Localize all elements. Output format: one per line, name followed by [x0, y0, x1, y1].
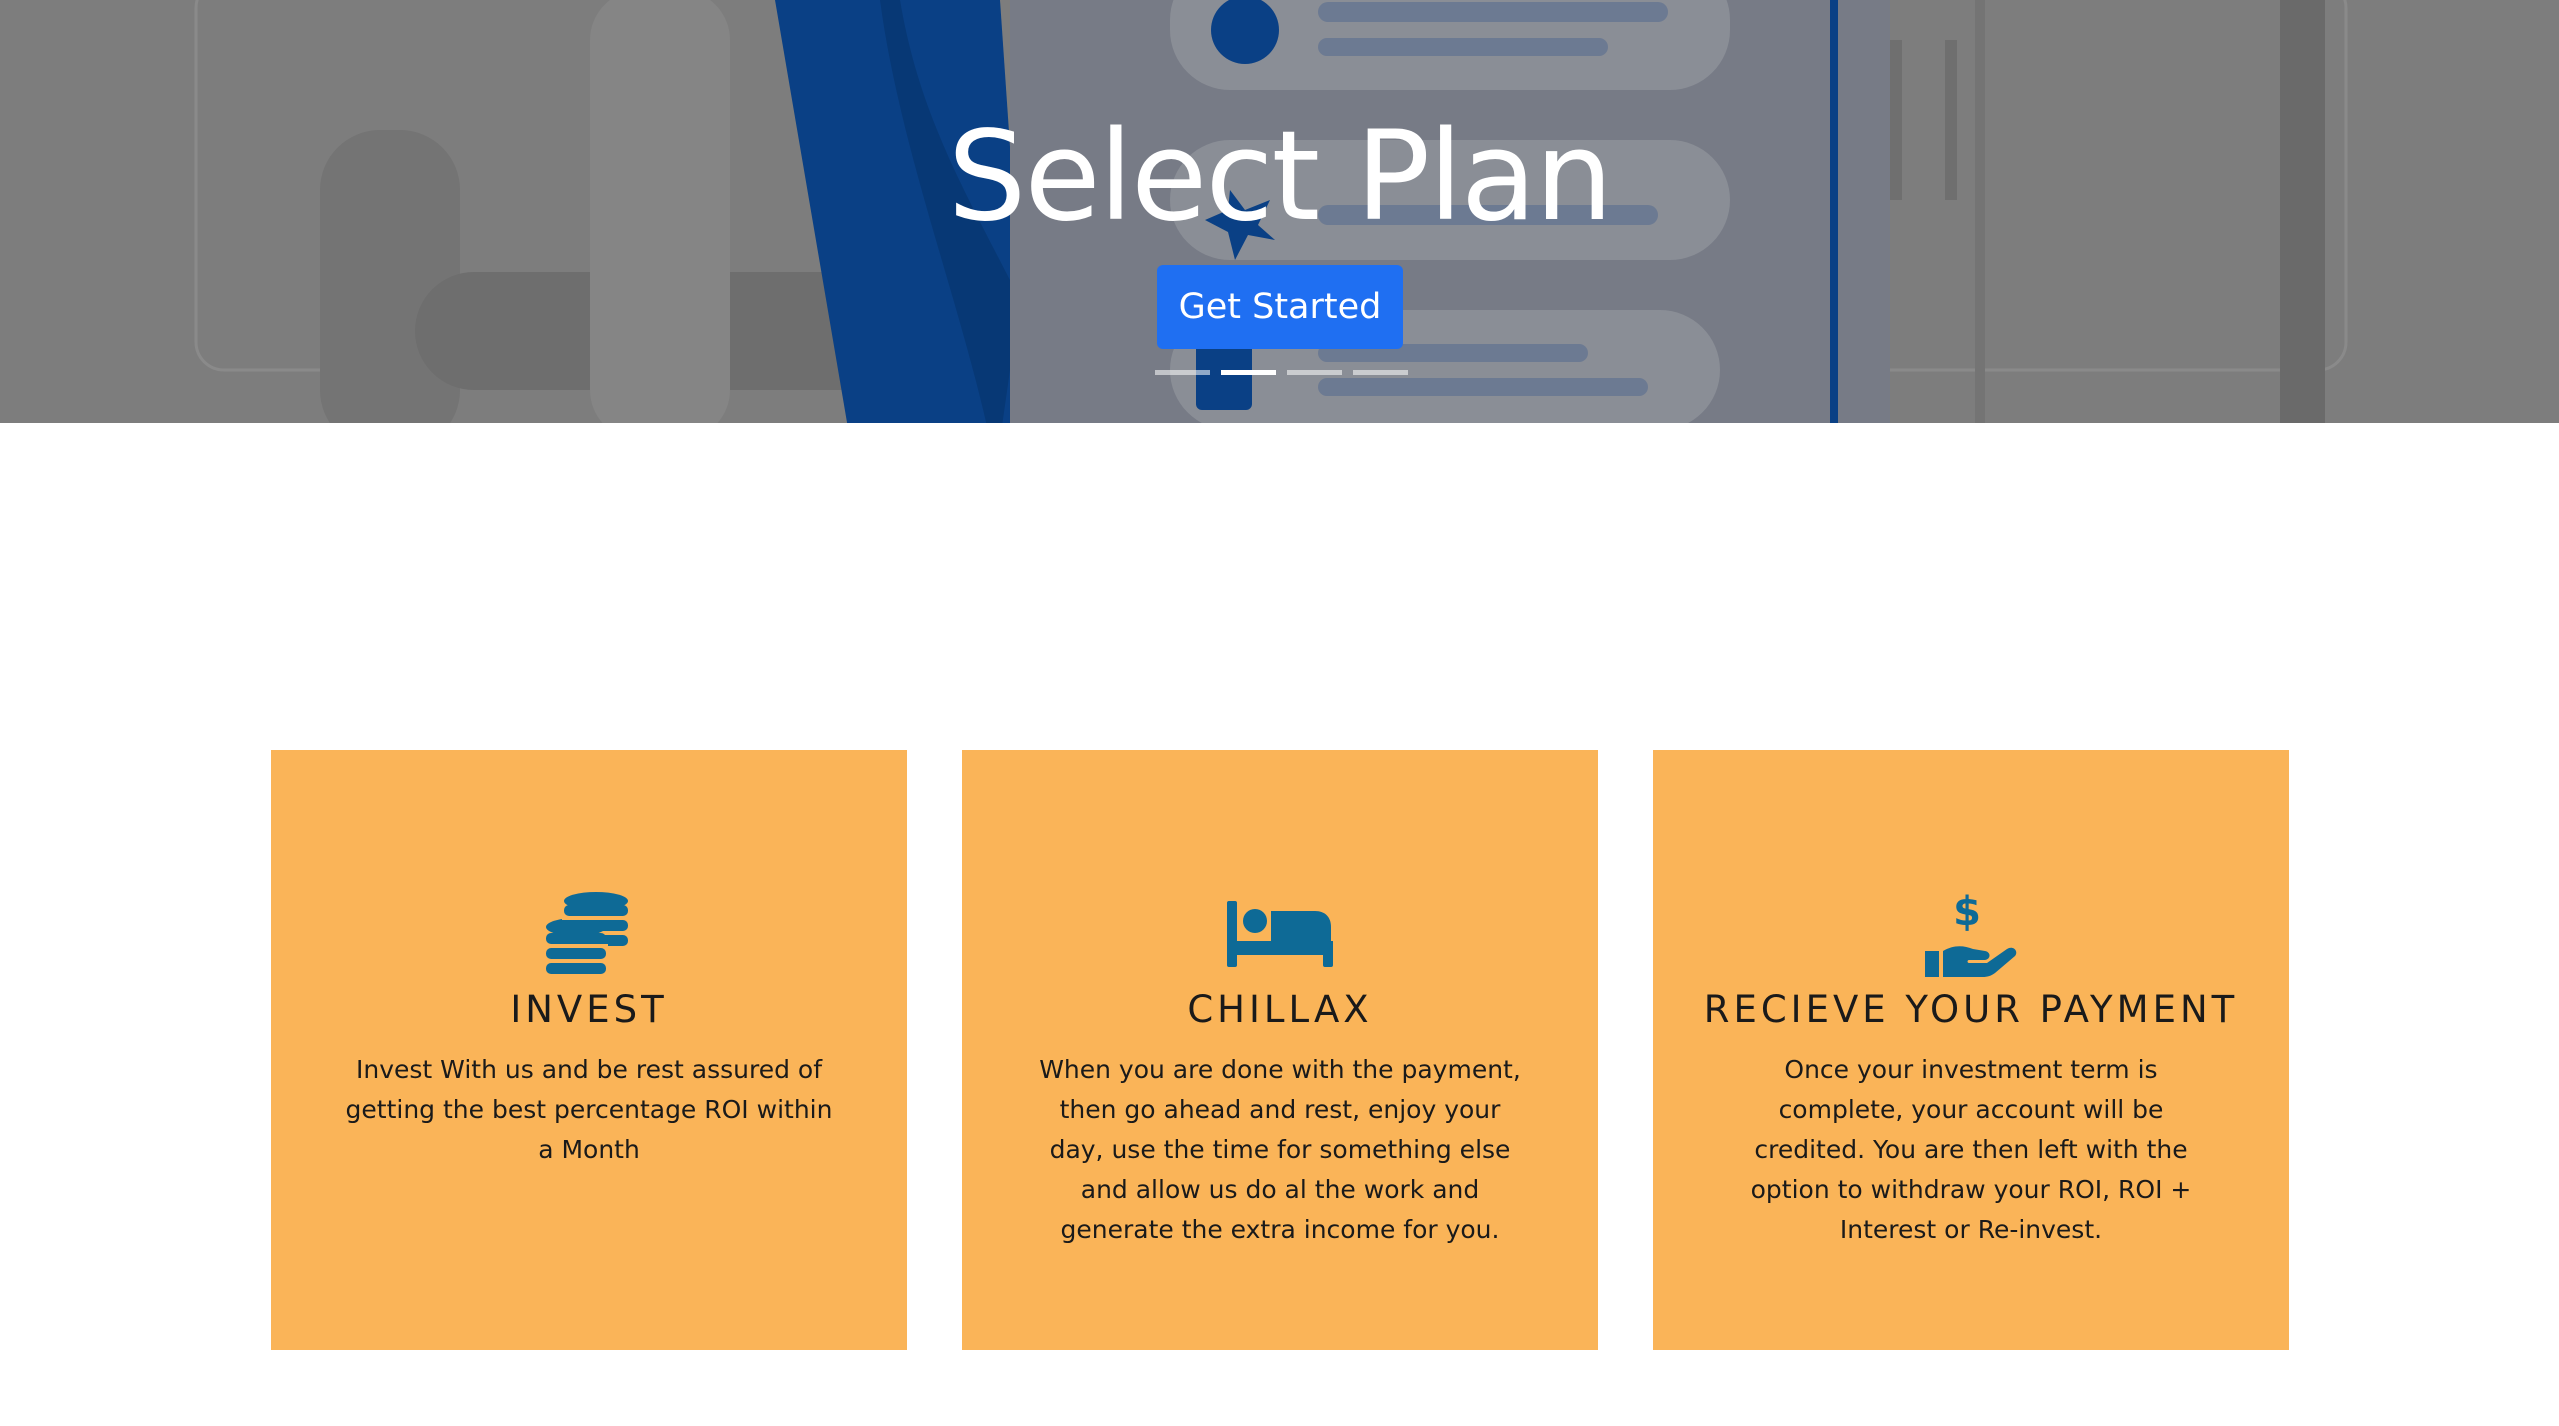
feature-cards: INVEST Invest With us and be rest assure… [271, 750, 2289, 1350]
carousel-indicator-3[interactable] [1287, 370, 1342, 375]
svg-text:$: $ [1953, 889, 1981, 935]
card-title-chillax: CHILLAX [1187, 988, 1373, 1031]
get-started-button[interactable]: Get Started [1157, 265, 1403, 349]
card-title-payment: RECIEVE YOUR PAYMENT [1703, 988, 2239, 1031]
card-chillax: CHILLAX When you are done with the payme… [962, 750, 1598, 1350]
card-payment: $ RECIEVE YOUR PAYMENT Once your investm… [1653, 750, 2289, 1350]
carousel-indicator-2[interactable] [1221, 370, 1276, 375]
card-text-payment: Once your investment term is complete, y… [1750, 1055, 2192, 1244]
hand-dollar-icon: $ [1916, 884, 2026, 984]
carousel-indicator-1[interactable] [1155, 370, 1210, 375]
hero-carousel: Select Plan Get Started [0, 0, 2559, 423]
carousel-indicator-4[interactable] [1353, 370, 1408, 375]
card-title-invest: INVEST [510, 988, 668, 1031]
coins-icon [534, 884, 644, 984]
card-text-invest: Invest With us and be rest assured of ge… [345, 1055, 833, 1164]
bed-icon [1225, 884, 1335, 984]
carousel-indicators [1155, 370, 1408, 375]
card-text-chillax: When you are done with the payment, then… [1039, 1055, 1521, 1244]
card-invest: INVEST Invest With us and be rest assure… [271, 750, 907, 1350]
hero-title: Select Plan [947, 105, 1614, 249]
